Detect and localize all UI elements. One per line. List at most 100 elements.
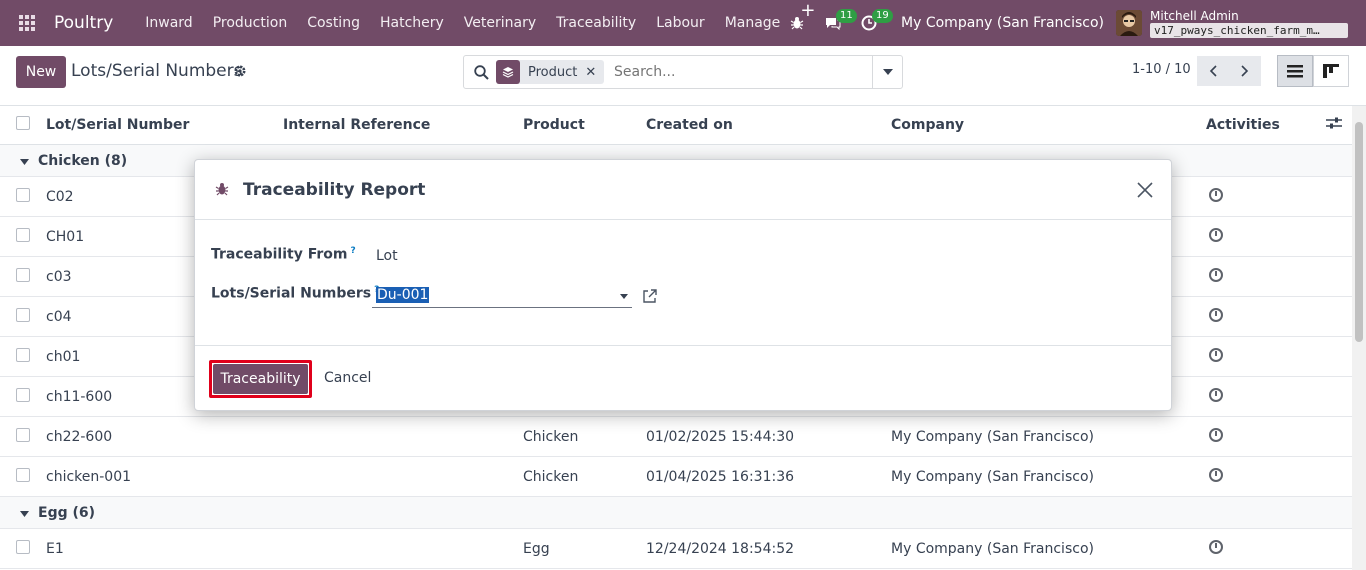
lot-cell: C02 xyxy=(46,188,74,205)
row-checkbox[interactable] xyxy=(16,347,30,362)
lot-cell: CH01 xyxy=(46,228,85,245)
lots-serial-label: Lots/Serial Numbers? xyxy=(211,285,379,302)
scrollbar-thumb[interactable] xyxy=(1355,122,1363,342)
pager-next-button[interactable] xyxy=(1229,56,1261,86)
activity-clock-icon[interactable] xyxy=(1209,227,1223,246)
company-cell: My Company (San Francisco) xyxy=(891,468,1094,485)
activity-clock-icon[interactable] xyxy=(1209,307,1223,326)
control-panel: New Lots/Serial Numbers Product ✕ 1-10 /… xyxy=(0,46,1366,106)
column-product[interactable]: Product xyxy=(523,117,585,133)
gear-icon[interactable] xyxy=(233,64,247,82)
lots-serial-field[interactable]: Du-001 xyxy=(372,284,632,308)
app-brand[interactable]: Poultry xyxy=(54,13,113,33)
help-tooltip-icon[interactable]: ? xyxy=(351,246,356,256)
dialog-body: Traceability From? Lot Lots/Serial Numbe… xyxy=(195,220,1171,346)
menu-traceability[interactable]: Traceability xyxy=(546,0,646,46)
pager-value[interactable]: 1-10 / 10 xyxy=(1132,62,1191,77)
row-checkbox[interactable] xyxy=(16,227,30,242)
select-all-checkbox[interactable] xyxy=(16,116,30,130)
menu-production[interactable]: Production xyxy=(203,0,297,46)
dialog-header: Traceability Report xyxy=(195,160,1171,220)
lot-cell: ch01 xyxy=(46,348,81,365)
cancel-button[interactable]: Cancel xyxy=(324,370,371,386)
activity-clock-icon[interactable] xyxy=(1209,187,1223,206)
column-activities[interactable]: Activities xyxy=(1206,117,1280,133)
external-link-icon[interactable] xyxy=(642,288,658,308)
row-checkbox[interactable] xyxy=(16,387,30,402)
page-title: Lots/Serial Numbers xyxy=(71,61,243,81)
search-bar: Product ✕ xyxy=(463,55,903,89)
systray: 11 19 My Company (San Francisco) Mitchel… xyxy=(779,0,1366,46)
column-internal-reference[interactable]: Internal Reference xyxy=(283,117,430,133)
lots-serial-value[interactable]: Du-001 xyxy=(376,287,430,303)
menu-labour[interactable]: Labour xyxy=(646,0,714,46)
row-checkbox[interactable] xyxy=(16,467,30,482)
menu-inward[interactable]: Inward xyxy=(135,0,202,46)
group-label: Egg (6) xyxy=(38,504,96,521)
traceability-dialog: Traceability Report Traceability From? L… xyxy=(194,159,1172,411)
activity-clock-icon[interactable] xyxy=(1209,347,1223,366)
menu-hatchery[interactable]: Hatchery xyxy=(370,0,454,46)
optional-columns-icon[interactable] xyxy=(1326,116,1342,134)
activity-clock-icon[interactable]: 19 xyxy=(851,0,893,46)
search-options-toggle[interactable] xyxy=(872,56,902,88)
facet-label: Product xyxy=(528,64,578,80)
search-input[interactable] xyxy=(614,61,864,83)
traceability-button[interactable]: Traceability xyxy=(209,360,312,398)
table-row[interactable]: E1 Egg 12/24/2024 18:54:52 My Company (S… xyxy=(0,529,1352,569)
kanban-view-button[interactable] xyxy=(1313,55,1349,87)
menu-veterinary[interactable]: Veterinary xyxy=(454,0,546,46)
column-created-on[interactable]: Created on xyxy=(646,117,733,133)
layers-icon xyxy=(496,60,520,84)
row-checkbox[interactable] xyxy=(16,187,30,202)
row-checkbox[interactable] xyxy=(16,307,30,322)
close-icon[interactable] xyxy=(1133,178,1157,202)
user-menu[interactable]: Mitchell Admin v17_pways_chicken_farm_m… xyxy=(1150,9,1348,38)
row-checkbox[interactable] xyxy=(16,427,30,442)
database-name: v17_pways_chicken_farm_m… xyxy=(1150,22,1348,38)
chat-icon[interactable]: 11 xyxy=(815,0,857,46)
lot-cell: ch22-600 xyxy=(46,428,113,445)
pager-previous-button[interactable] xyxy=(1197,56,1229,86)
row-checkbox[interactable] xyxy=(16,539,30,554)
column-lot-serial[interactable]: Lot/Serial Number xyxy=(46,117,189,133)
lot-cell: chicken-001 xyxy=(46,468,132,485)
row-checkbox[interactable] xyxy=(16,267,30,282)
lot-cell: ch11-600 xyxy=(46,388,113,405)
company-cell: My Company (San Francisco) xyxy=(891,428,1094,445)
new-button[interactable]: New xyxy=(16,56,66,88)
created-on-cell: 12/24/2024 18:54:52 xyxy=(646,540,795,557)
user-avatar[interactable] xyxy=(1116,10,1142,36)
list-view-button[interactable] xyxy=(1277,55,1313,87)
activity-clock-icon[interactable] xyxy=(1209,267,1223,286)
bug-icon[interactable] xyxy=(779,0,815,46)
table-row[interactable]: ch22-600 Chicken 01/02/2025 15:44:30 My … xyxy=(0,417,1352,457)
caret-down-icon xyxy=(20,505,29,521)
menu-costing[interactable]: Costing xyxy=(297,0,370,46)
apps-menu-icon[interactable] xyxy=(0,0,54,46)
facet-remove-icon[interactable]: ✕ xyxy=(585,65,604,80)
list-scrollbar[interactable] xyxy=(1352,106,1366,570)
lot-cell: E1 xyxy=(46,540,64,557)
bug-icon xyxy=(215,182,229,200)
activities-badge: 19 xyxy=(872,9,893,23)
traceability-button-label: Traceability xyxy=(213,364,308,394)
group-row-egg[interactable]: Egg (6) xyxy=(0,497,1352,529)
search-icon[interactable] xyxy=(474,65,489,84)
column-company[interactable]: Company xyxy=(891,117,964,133)
traceability-from-value: Lot xyxy=(376,248,398,264)
traceability-from-label: Traceability From? xyxy=(211,246,356,263)
dialog-footer: Traceability Cancel xyxy=(195,346,1171,410)
created-on-cell: 01/04/2025 16:31:36 xyxy=(646,468,795,485)
activity-clock-icon[interactable] xyxy=(1209,539,1223,558)
company-switcher[interactable]: My Company (San Francisco) xyxy=(901,15,1104,31)
activity-clock-icon[interactable] xyxy=(1209,467,1223,486)
top-navbar: Poultry Inward Production Costing Hatche… xyxy=(0,0,1366,46)
activity-clock-icon[interactable] xyxy=(1209,427,1223,446)
search-facet: Product ✕ xyxy=(496,60,605,84)
lot-cell: c03 xyxy=(46,268,72,285)
dropdown-caret-icon[interactable] xyxy=(620,294,628,299)
table-row[interactable]: chicken-001 Chicken 01/04/2025 16:31:36 … xyxy=(0,457,1352,497)
activity-clock-icon[interactable] xyxy=(1209,387,1223,406)
product-cell: Egg xyxy=(523,540,550,557)
